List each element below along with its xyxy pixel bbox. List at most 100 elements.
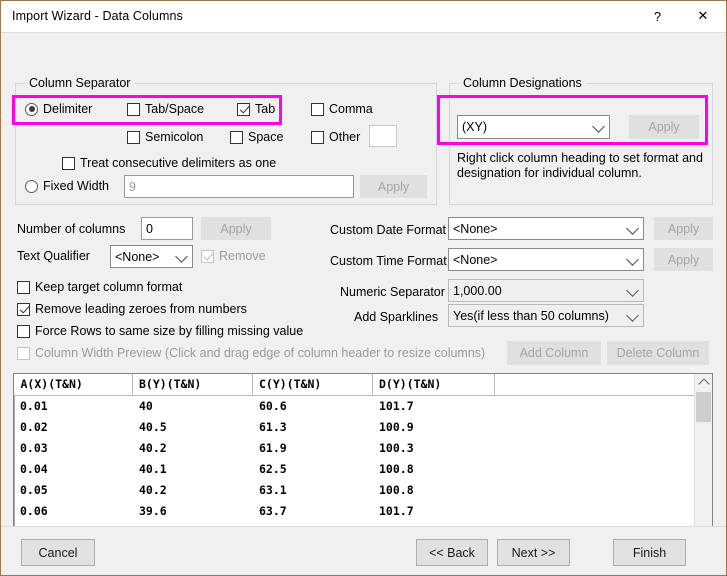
column-header-a[interactable]: A(X)(T&N) (14, 374, 133, 396)
column-designation-value: (XY) (462, 120, 487, 134)
checkbox-comma-box (311, 102, 324, 116)
column-header-b[interactable]: B(Y)(T&N) (132, 374, 253, 396)
table-row[interactable]: 0.05 40.2 63.1 100.8 (14, 479, 695, 501)
number-of-columns-input[interactable]: 0 (141, 217, 193, 240)
fixed-width-apply-button[interactable]: Apply (360, 175, 427, 198)
cell: 63.1 (259, 483, 287, 497)
table-row[interactable]: 0.04 40.1 62.5 100.8 (14, 458, 695, 480)
fixed-width-input[interactable]: 9 (124, 175, 354, 198)
checkbox-comma[interactable]: Comma (311, 102, 373, 116)
checkbox-tab[interactable]: Tab (237, 102, 275, 116)
table-row[interactable]: 0.03 40.2 61.9 100.3 (14, 437, 695, 459)
radio-fixed-width-indicator (25, 179, 38, 193)
table-row[interactable]: 0.01 40 60.6 101.7 (14, 395, 695, 417)
custom-date-format-apply-button[interactable]: Apply (654, 217, 713, 240)
cell (495, 459, 695, 480)
checkbox-tab-label: Tab (255, 102, 276, 116)
next-button[interactable]: Next >> (497, 539, 570, 566)
column-designations-group: Column Designations (449, 76, 713, 205)
table-header-row: A(X)(T&N) B(Y)(T&N) C(Y)(T&N) D(Y)(T&N) (14, 374, 695, 396)
chevron-down-icon (175, 249, 188, 263)
numeric-separator-label: Numeric Separator (340, 285, 445, 299)
custom-date-format-select[interactable]: <None> (448, 217, 644, 240)
add-column-button[interactable]: Add Column (507, 341, 601, 365)
cell: 61.9 (259, 441, 287, 455)
radio-delimiter-label: Delimiter (43, 102, 93, 116)
import-wizard-window: Import Wizard - Data Columns ? ✕ Column … (0, 0, 727, 576)
checkbox-remove-label: Remove (219, 249, 266, 263)
checkbox-space-box (230, 130, 243, 144)
table-row[interactable]: 0.06 39.6 63.7 101.7 (14, 500, 695, 522)
delete-column-button[interactable]: Delete Column (607, 341, 709, 365)
checkbox-space[interactable]: Space (230, 130, 283, 144)
table-row[interactable]: 0.02 40.5 61.3 100.9 (14, 416, 695, 438)
text-qualifier-select[interactable]: <None> (110, 245, 193, 268)
cell: 40.1 (139, 462, 167, 476)
cell: 100.9 (379, 420, 414, 434)
numeric-separator-value: 1,000.00 (453, 283, 502, 298)
checkbox-treat-consecutive-delimiters[interactable]: Treat consecutive delimiters as one (62, 156, 276, 170)
custom-time-format-apply-button[interactable]: Apply (654, 248, 713, 271)
cell: 0.06 (14, 500, 133, 522)
checkbox-other[interactable]: Other (311, 130, 360, 144)
checkbox-semicolon-box (127, 130, 140, 144)
custom-date-format-value: <None> (453, 221, 498, 236)
column-designation-apply-button[interactable]: Apply (629, 115, 699, 139)
column-header-d[interactable]: D(Y)(T&N) (372, 374, 495, 396)
help-icon[interactable]: ? (635, 1, 680, 31)
add-sparklines-label: Add Sparklines (354, 310, 439, 324)
custom-time-format-value: <None> (453, 252, 498, 267)
cell (495, 438, 695, 459)
cell: 63.7 (259, 504, 287, 518)
checkbox-space-label: Space (248, 130, 284, 144)
checkbox-semicolon[interactable]: Semicolon (127, 130, 203, 144)
checkbox-remove-box (201, 249, 214, 263)
cell (495, 396, 695, 417)
cell: 40.5 (139, 420, 167, 434)
data-preview-grid[interactable]: A(X)(T&N) B(Y)(T&N) C(Y)(T&N) D(Y)(T&N) … (13, 373, 713, 551)
checkbox-keep-target-box (17, 280, 30, 294)
other-delimiter-input[interactable] (369, 125, 397, 147)
title-bar-buttons: ? ✕ (635, 1, 726, 31)
checkbox-remove[interactable]: Remove (201, 249, 266, 263)
cell: 100.8 (379, 462, 414, 476)
cell: 101.7 (379, 504, 414, 518)
text-qualifier-value: <None> (115, 249, 160, 264)
scrollbar-thumb[interactable] (696, 392, 711, 422)
number-of-columns-apply-button[interactable]: Apply (201, 217, 271, 240)
add-sparklines-select[interactable]: Yes(if less than 50 columns) (448, 304, 644, 327)
checkbox-keep-target-column-format[interactable]: Keep target column format (17, 280, 182, 294)
back-button[interactable]: << Back (416, 539, 488, 566)
custom-time-format-select[interactable]: <None> (448, 248, 644, 271)
column-header-c[interactable]: C(Y)(T&N) (252, 374, 373, 396)
scroll-up-icon[interactable] (695, 374, 712, 391)
checkbox-comma-label: Comma (329, 102, 373, 116)
checkbox-tab-space[interactable]: Tab/Space (127, 102, 204, 116)
text-qualifier-label: Text Qualifier (17, 249, 90, 263)
column-designations-legend: Column Designations (459, 76, 586, 90)
chevron-down-icon (626, 283, 639, 297)
checkbox-treat-consecutive-box (62, 156, 75, 170)
checkbox-force-rows-same-size[interactable]: Force Rows to same size by filling missi… (17, 324, 303, 338)
grid-vertical-scrollbar[interactable] (694, 374, 712, 550)
cell: 60.6 (259, 399, 287, 414)
checkbox-column-width-preview[interactable]: Column Width Preview (Click and drag edg… (17, 346, 485, 360)
radio-fixed-width[interactable]: Fixed Width (25, 179, 109, 193)
checkbox-other-label: Other (329, 130, 361, 144)
cell: 61.3 (259, 420, 287, 434)
column-header-empty[interactable] (494, 374, 695, 396)
checkbox-force-rows-label: Force Rows to same size by filling missi… (35, 324, 304, 338)
finish-button[interactable]: Finish (613, 539, 686, 566)
numeric-separator-select[interactable]: 1,000.00 (448, 279, 644, 302)
cell: 40.2 (139, 483, 167, 497)
radio-delimiter[interactable]: Delimiter (25, 102, 92, 116)
close-icon[interactable]: ✕ (680, 1, 726, 31)
custom-time-format-label: Custom Time Format (330, 254, 447, 268)
checkbox-remove-leading-zeroes[interactable]: Remove leading zeroes from numbers (17, 302, 247, 316)
data-preview-table: A(X)(T&N) B(Y)(T&N) C(Y)(T&N) D(Y)(T&N) … (14, 374, 695, 550)
chevron-down-icon (626, 252, 639, 266)
cancel-button[interactable]: Cancel (21, 539, 95, 566)
column-designation-select[interactable]: (XY) (457, 115, 610, 139)
checkbox-semicolon-label: Semicolon (145, 130, 204, 144)
checkbox-other-box (311, 130, 324, 144)
